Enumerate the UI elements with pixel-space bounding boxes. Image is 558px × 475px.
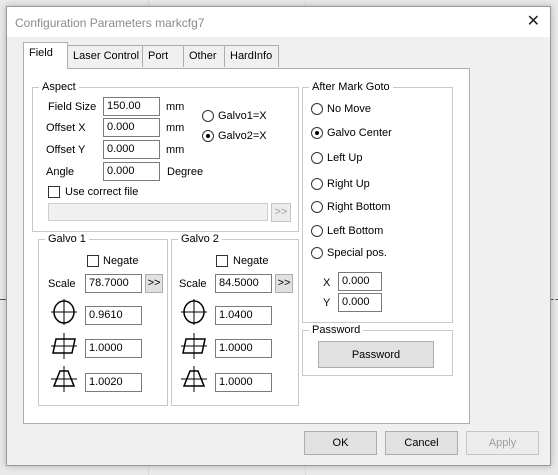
field-size-unit: mm bbox=[166, 101, 185, 113]
group-title: Galvo 2 bbox=[178, 233, 222, 245]
use-correct-file-label: Use correct file bbox=[65, 186, 139, 198]
cancel-button[interactable]: Cancel bbox=[385, 431, 458, 455]
galvo1-parallelogram-input[interactable]: 1.0000 bbox=[85, 339, 142, 358]
after-mark-option-label: Special pos. bbox=[327, 247, 387, 259]
correct-file-path-input bbox=[48, 203, 268, 221]
galvo2-scale-label: Scale bbox=[179, 278, 207, 290]
galvo2-parallelogram-input[interactable]: 1.0000 bbox=[215, 339, 272, 358]
angle-label: Angle bbox=[46, 166, 75, 178]
galvo1-scale-arrow-button[interactable]: >> bbox=[145, 274, 163, 293]
galvo2-trapezoid-input[interactable]: 1.0000 bbox=[215, 373, 272, 392]
offset-y-input[interactable]: 0.000 bbox=[103, 140, 160, 159]
after-mark-option-label: No Move bbox=[327, 103, 372, 115]
galvo2-negate-label: Negate bbox=[233, 255, 269, 267]
tab-label: Field bbox=[29, 47, 53, 59]
offset-x-input[interactable]: 0.000 bbox=[103, 118, 160, 137]
offset-x-unit: mm bbox=[166, 122, 185, 134]
galvo1-negate-checkbox[interactable] bbox=[87, 255, 99, 267]
group-title: Aspect bbox=[39, 81, 79, 93]
title-bar: Configuration Parameters markcfg7 ✕ bbox=[7, 7, 550, 37]
config-dialog: Configuration Parameters markcfg7 ✕ Fiel… bbox=[6, 6, 551, 466]
group-title: After Mark Goto bbox=[309, 81, 393, 93]
barrel-distortion-icon bbox=[51, 299, 77, 325]
tab-other[interactable]: Other bbox=[183, 45, 225, 67]
apply-button[interactable]: Apply bbox=[466, 431, 539, 455]
after-mark-option-label: Right Up bbox=[327, 178, 370, 190]
galvo2-negate-checkbox[interactable] bbox=[216, 255, 228, 267]
galvo2-barrel-input[interactable]: 1.0400 bbox=[215, 306, 272, 325]
galvo2-scale-input[interactable]: 84.5000 bbox=[215, 274, 272, 293]
browse-file-button[interactable]: >> bbox=[271, 203, 291, 222]
galvo1-x-label: Galvo1=X bbox=[218, 110, 267, 122]
special-x-input[interactable]: 0.000 bbox=[338, 272, 382, 291]
barrel-distortion-icon bbox=[181, 299, 207, 325]
after-mark-option-radio[interactable] bbox=[311, 152, 323, 164]
background-dashed-line bbox=[551, 299, 558, 300]
galvo1-scale-input[interactable]: 78.7000 bbox=[85, 274, 142, 293]
after-mark-option-radio[interactable] bbox=[311, 178, 323, 190]
close-icon[interactable]: ✕ bbox=[527, 14, 540, 30]
after-mark-option-radio[interactable] bbox=[311, 225, 323, 237]
field-size-label: Field Size bbox=[48, 101, 97, 113]
galvo2-x-radio[interactable] bbox=[202, 130, 214, 142]
after-mark-option-radio[interactable] bbox=[311, 127, 323, 139]
trapezoid-distortion-icon bbox=[181, 366, 207, 392]
after-mark-option-label: Right Bottom bbox=[327, 201, 391, 213]
galvo1-x-radio[interactable] bbox=[202, 110, 214, 122]
after-mark-option-label: Left Up bbox=[327, 152, 363, 164]
group-title: Password bbox=[309, 324, 364, 336]
offset-y-unit: mm bbox=[166, 144, 185, 156]
window-title: Configuration Parameters markcfg7 bbox=[15, 16, 205, 30]
galvo2-scale-arrow-button[interactable]: >> bbox=[275, 274, 293, 293]
tab-label: Port bbox=[148, 50, 169, 62]
galvo1-scale-label: Scale bbox=[48, 278, 76, 290]
galvo1-barrel-input[interactable]: 0.9610 bbox=[85, 306, 142, 325]
after-mark-option-label: Left Bottom bbox=[327, 225, 384, 237]
password-button[interactable]: Password bbox=[318, 341, 434, 368]
tab-label: Other bbox=[189, 50, 217, 62]
offset-x-label: Offset X bbox=[46, 122, 86, 134]
trapezoid-distortion-icon bbox=[51, 366, 77, 392]
angle-input[interactable]: 0.000 bbox=[103, 162, 160, 181]
after-mark-option-radio[interactable] bbox=[311, 201, 323, 213]
tab-label: Laser Control bbox=[73, 50, 140, 62]
galvo2-x-label: Galvo2=X bbox=[218, 130, 267, 142]
tab-laser-control[interactable]: Laser Control bbox=[67, 45, 143, 67]
galvo1-trapezoid-input[interactable]: 1.0020 bbox=[85, 373, 142, 392]
special-x-label: X bbox=[323, 277, 331, 289]
tab-port[interactable]: Port bbox=[142, 45, 184, 67]
tab-label: HardInfo bbox=[230, 50, 273, 62]
parallelogram-distortion-icon bbox=[181, 333, 207, 359]
use-correct-file-checkbox[interactable] bbox=[48, 186, 60, 198]
galvo1-negate-label: Negate bbox=[103, 255, 139, 267]
special-y-label: Y bbox=[323, 297, 331, 309]
after-mark-option-label: Galvo Center bbox=[327, 127, 392, 139]
special-y-input[interactable]: 0.000 bbox=[338, 293, 382, 312]
tab-hardinfo[interactable]: HardInfo bbox=[224, 45, 279, 67]
after-mark-option-radio[interactable] bbox=[311, 247, 323, 259]
offset-y-label: Offset Y bbox=[46, 144, 86, 156]
parallelogram-distortion-icon bbox=[51, 333, 77, 359]
field-size-input[interactable]: 150.00 bbox=[103, 97, 160, 116]
after-mark-option-radio[interactable] bbox=[311, 103, 323, 115]
angle-unit: Degree bbox=[167, 166, 204, 178]
ok-button[interactable]: OK bbox=[304, 431, 377, 455]
group-title: Galvo 1 bbox=[45, 233, 89, 245]
tab-field[interactable]: Field bbox=[23, 42, 68, 69]
